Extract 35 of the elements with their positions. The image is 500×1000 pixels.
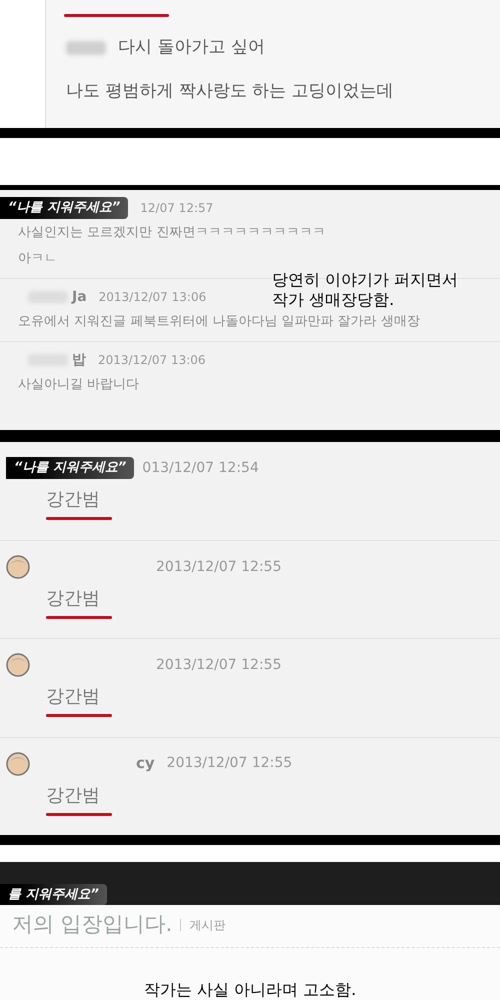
caption-banner: “나를 지워주세요”: [0, 197, 128, 219]
caption-text: 작가는 사실 아니라며 고소함.: [144, 978, 356, 1000]
comment-text: 아ㅋㄴ: [18, 250, 58, 268]
caption-banner: “나를 지워주세요”: [6, 457, 134, 479]
user-name: Ja: [72, 288, 87, 306]
post-text: 나도 평범하게 짝사랑도 하는 고딩이었는데: [66, 80, 394, 102]
comment-text: 사실아니길 바랍니다: [18, 376, 140, 394]
avatar-icon: [6, 555, 30, 580]
timestamp: 2013/12/07 12:55: [166, 754, 292, 774]
caption-banner: 를 지워주세요”: [0, 884, 107, 905]
timestamp: 12/07 12:57: [140, 200, 214, 217]
comment-text: 사실인지는 모르겠지만 진짜면ㅋㅋㅋㅋㅋㅋㅋㅋㅋㅋ: [18, 224, 326, 242]
user-name: cy: [136, 753, 155, 774]
timestamp: 2013/12/07 12:55: [156, 558, 282, 577]
user-name: 밥: [72, 350, 86, 370]
board-label[interactable]: 게시판: [189, 916, 226, 934]
reply-text: 강간범: [46, 685, 101, 710]
page-title: 저의 입장입니다.: [12, 911, 172, 938]
underline-mark: [46, 616, 112, 620]
underline-mark: [46, 812, 112, 816]
caption-text: 당연히 이야기가 퍼지면서: [272, 270, 458, 290]
underline-mark: [46, 517, 112, 520]
post-text: 다시 돌아가고 싶어: [118, 36, 265, 59]
avatar-icon: [6, 653, 30, 678]
timestamp: 013/12/07 12:54: [142, 458, 259, 478]
caption-text: 작가 생매장당함.: [272, 290, 396, 310]
underline-mark: [46, 714, 112, 718]
timestamp: 2013/12/07 13:06: [98, 352, 206, 369]
avatar-icon: [6, 752, 30, 776]
reply-text: 강간범: [46, 587, 101, 612]
comment-text: 오유에서 지워진글 페북트위터에 나돌아다님 일파만파 잘가라 생매장: [18, 313, 421, 331]
timestamp: 2013/12/07 12:55: [156, 656, 282, 675]
reply-text: 강간범: [46, 784, 101, 808]
timestamp: 2013/12/07 13:06: [98, 289, 206, 306]
reply-text: 강간범: [46, 488, 101, 512]
